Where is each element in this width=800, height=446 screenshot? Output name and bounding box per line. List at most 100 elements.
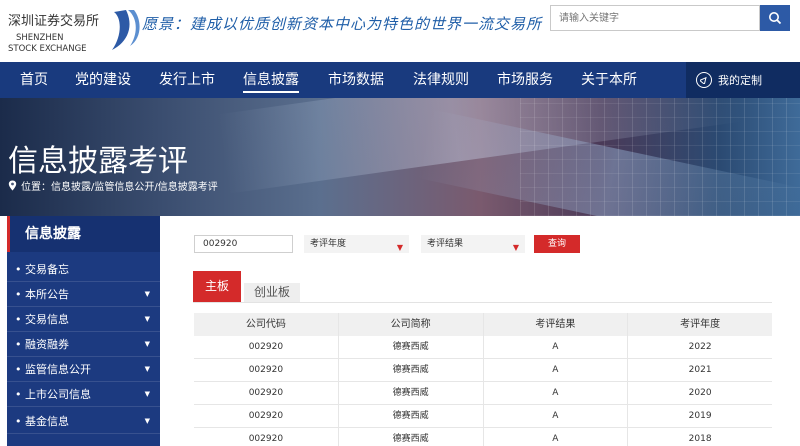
site-header: 深圳证券交易所 SHENZHEN STOCK EXCHANGE 愿景：建成以优质… (0, 0, 800, 62)
banner-grid-decoration (520, 98, 800, 216)
bullet: • (15, 338, 25, 351)
query-button[interactable]: 查询 (534, 235, 580, 253)
table-cell: 2022 (688, 342, 712, 352)
sidebar-item-label: 融资融券 (25, 338, 69, 351)
bullet: • (15, 288, 25, 301)
table-cell: 002920 (194, 336, 339, 358)
table-cell: A (484, 428, 629, 446)
slogan: 愿景：建成以优质创新资本中心为特色的世界一流交易所 (142, 15, 543, 33)
table-cell: 德赛西威 (339, 428, 484, 446)
sidebar-item-label: 上市公司信息 (25, 388, 91, 401)
location-pin-icon (8, 180, 17, 191)
table-cell: 2020 (688, 388, 712, 398)
year-select-label: 考评年度 (310, 239, 347, 249)
bullet: • (15, 415, 25, 428)
chevron-down-icon: ▼ (144, 417, 150, 425)
table-cell: 德赛西威 (339, 359, 484, 381)
table-cell: 德赛西威 (339, 405, 484, 427)
table-row: 002920 德赛西威 A 2020 (194, 382, 772, 405)
result-select[interactable]: 考评结果 ▼ (421, 235, 525, 253)
table-cell: 002920 (194, 382, 339, 404)
column-header: 公司简称 (339, 313, 484, 336)
breadcrumb-text[interactable]: 位置：信息披露/监管信息公开/信息披露考评 (21, 178, 218, 193)
chevron-down-icon: ▼ (144, 340, 150, 348)
my-custom-label: 我的定制 (718, 74, 762, 87)
sidebar-item-trading-info[interactable]: • 交易信息 ▼ (7, 307, 160, 332)
szse-logo[interactable]: 深圳证券交易所 SHENZHEN STOCK EXCHANGE (8, 8, 140, 54)
breadcrumb: 位置：信息披露/监管信息公开/信息披露考评 (8, 178, 218, 193)
bullet: • (15, 388, 25, 401)
table-cell: 002920 (194, 405, 339, 427)
tab-main-board[interactable]: 主板 (193, 271, 241, 302)
bullet: • (15, 313, 25, 326)
nav-item-market-data[interactable]: 市场数据 (328, 62, 384, 98)
table-cell: 2018 (688, 434, 712, 444)
table-cell: A (484, 382, 629, 404)
page-title: 信息披露考评 (8, 144, 188, 179)
szse-logo-mark-icon (112, 10, 140, 50)
chevron-down-icon: ▼ (144, 315, 150, 323)
company-code-input[interactable] (194, 235, 293, 253)
bullet: • (15, 363, 25, 376)
logo-chinese-name: 深圳证券交易所 (8, 14, 100, 29)
chevron-down-icon: ▼ (144, 290, 150, 298)
sidebar-item-regulatory-info[interactable]: • 监管信息公开 ▼ (7, 357, 160, 382)
table-cell: 002920 (194, 428, 339, 446)
table-cell: 2019 (688, 411, 712, 421)
main-panel: 考评年度 ▼ 考评结果 ▼ 查询 主板 创业板 公司代码 公司简称 考评结果 考… (173, 216, 800, 446)
sidebar-item-label: 基金信息 (25, 415, 69, 428)
sidebar-item-fund-info[interactable]: • 基金信息 ▼ (7, 409, 160, 434)
column-header: 考评结果 (484, 313, 629, 336)
sidebar-item-margin-trading[interactable]: • 融资融券 ▼ (7, 332, 160, 357)
my-custom-button[interactable]: 我的定制 (686, 62, 800, 98)
nav-item-disclosure[interactable]: 信息披露 (243, 62, 299, 98)
nav-item-rules[interactable]: 法律规则 (413, 62, 469, 98)
evaluation-table: 公司代码 公司简称 考评结果 考评年度 002920 德赛西威 A 2022 0… (194, 313, 772, 446)
caret-down-icon: ▼ (396, 243, 403, 252)
sidebar-title: 信息披露 (7, 216, 160, 252)
year-select[interactable]: 考评年度 ▼ (304, 235, 409, 253)
column-header: 公司代码 (194, 313, 339, 336)
table-header: 公司代码 公司简称 考评结果 考评年度 (194, 313, 772, 336)
table-row: 002920 德赛西威 A 2022 (194, 336, 772, 359)
search-icon (769, 12, 782, 25)
logo-english-line-1: SHENZHEN (16, 33, 64, 43)
sidebar: 信息披露 • 交易备忘 • 本所公告 ▼ • 交易信息 ▼ • 融资融券 ▼ •… (7, 216, 160, 446)
table-cell: A (484, 336, 629, 358)
result-select-label: 考评结果 (427, 239, 464, 249)
sidebar-item-label: 交易信息 (25, 313, 69, 326)
table-cell: 002920 (194, 359, 339, 381)
table-cell: 2021 (688, 365, 712, 375)
nav-item-services[interactable]: 市场服务 (497, 62, 553, 98)
table-row: 002920 德赛西威 A 2018 (194, 428, 772, 446)
compass-icon (696, 72, 712, 88)
logo-english-line-2: STOCK EXCHANGE (8, 44, 87, 54)
table-row: 002920 德赛西威 A 2019 (194, 405, 772, 428)
tab-divider (193, 302, 772, 303)
sidebar-item-label: 交易备忘 (25, 263, 69, 276)
caret-down-icon: ▼ (512, 243, 519, 252)
main-nav: 首页 党的建设 发行上市 信息披露 市场数据 法律规则 市场服务 关于本所 我的… (0, 62, 800, 98)
table-row: 002920 德赛西威 A 2021 (194, 359, 772, 382)
table-cell: A (484, 359, 629, 381)
sidebar-item-trading-memo[interactable]: • 交易备忘 (7, 257, 160, 282)
sidebar-item-exchange-notices[interactable]: • 本所公告 ▼ (7, 282, 160, 307)
search-input[interactable] (550, 5, 760, 31)
table-cell: A (484, 405, 629, 427)
nav-item-home[interactable]: 首页 (20, 62, 48, 98)
tab-gem-board[interactable]: 创业板 (244, 283, 300, 302)
nav-item-about[interactable]: 关于本所 (581, 62, 637, 98)
sidebar-item-label: 监管信息公开 (25, 363, 91, 376)
nav-item-listing[interactable]: 发行上市 (159, 62, 215, 98)
chevron-down-icon: ▼ (144, 365, 150, 373)
nav-item-party-building[interactable]: 党的建设 (75, 62, 131, 98)
search-button[interactable] (760, 5, 790, 31)
sidebar-item-label: 本所公告 (25, 288, 69, 301)
chevron-down-icon: ▼ (144, 390, 150, 398)
table-cell: 德赛西威 (339, 336, 484, 358)
sidebar-item-listed-company-info[interactable]: • 上市公司信息 ▼ (7, 382, 160, 407)
column-header: 考评年度 (680, 319, 721, 330)
page-banner: 信息披露考评 位置：信息披露/监管信息公开/信息披露考评 (0, 98, 800, 216)
bullet: • (15, 263, 25, 276)
table-cell: 德赛西威 (339, 382, 484, 404)
